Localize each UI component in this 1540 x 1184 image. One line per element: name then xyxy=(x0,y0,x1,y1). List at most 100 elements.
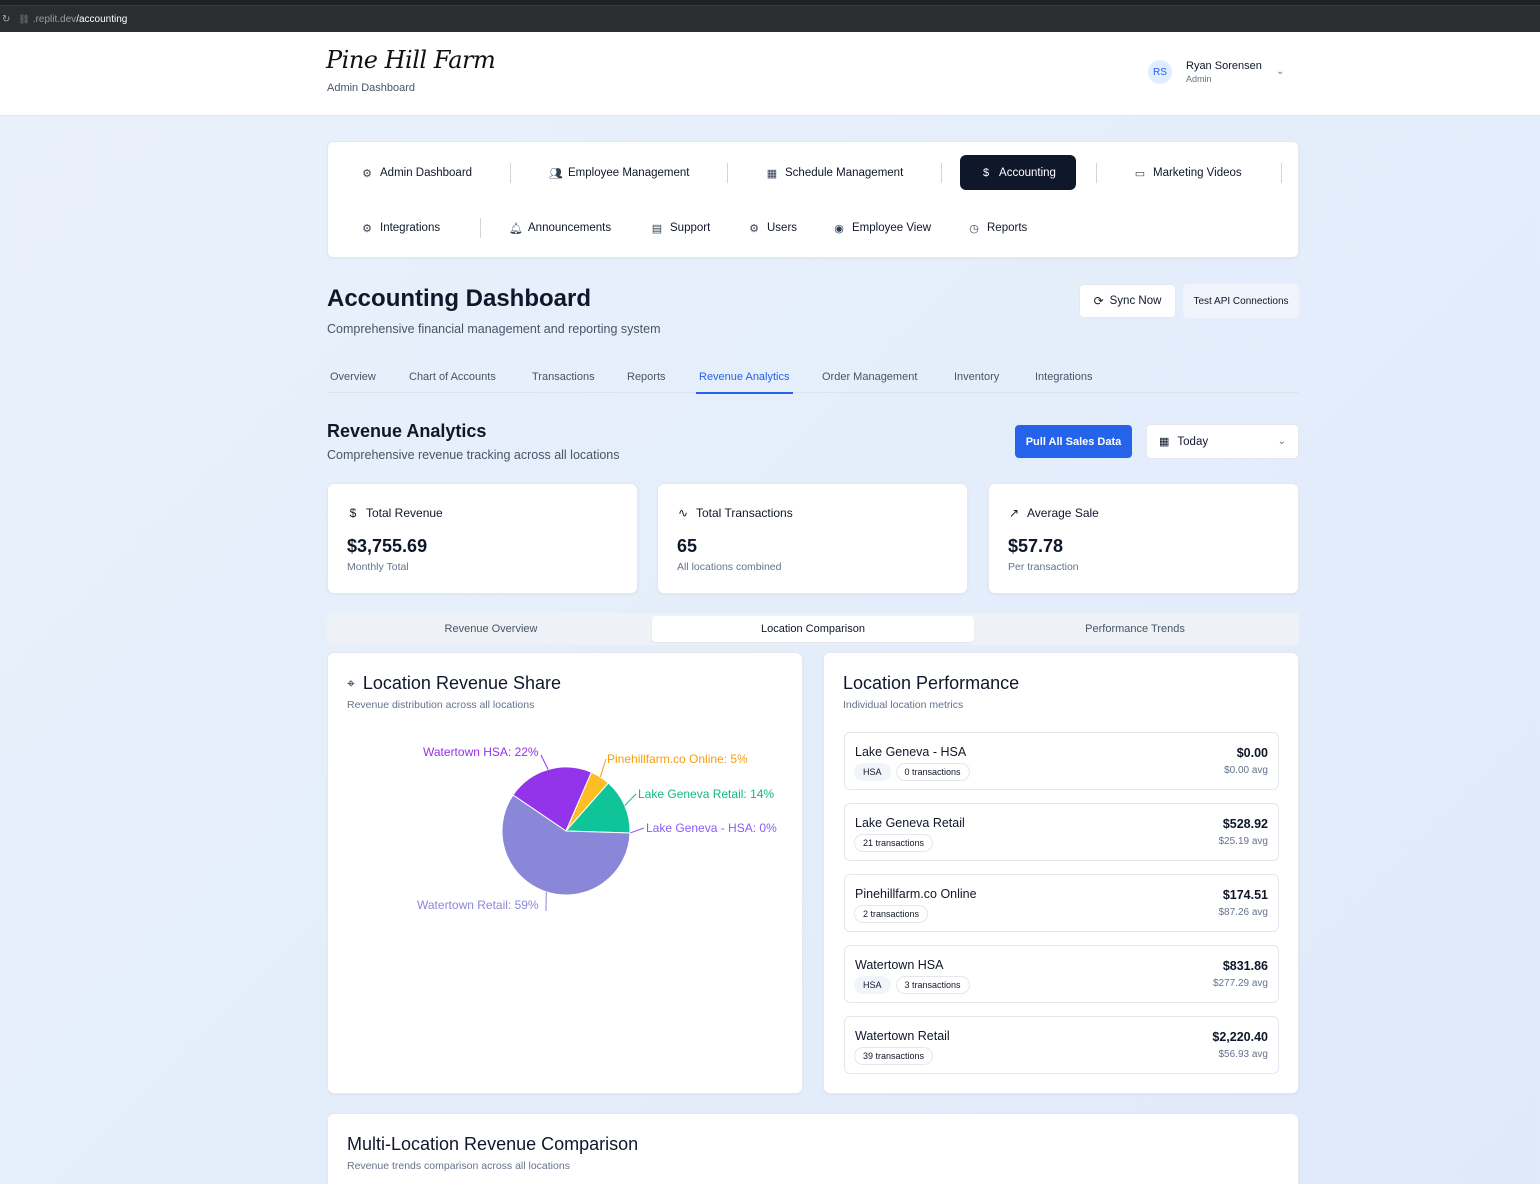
transactions-badge: 0 transactions xyxy=(895,763,970,781)
nav-label: Support xyxy=(670,222,711,234)
video-icon: ▭ xyxy=(1134,167,1146,180)
user-role: Admin xyxy=(1186,74,1212,84)
location-row: Pinehillfarm.co Online 2 transactions $174… xyxy=(844,874,1279,932)
sync-now-button[interactable]: ⟳ Sync Now xyxy=(1079,284,1176,318)
panel-title: Multi-Location Revenue Comparison xyxy=(347,1134,639,1154)
tab-overview[interactable]: Overview xyxy=(330,371,376,393)
multi-location-comparison-panel: Multi-Location Revenue Comparison Revenu… xyxy=(327,1113,1299,1184)
stat-card-total-transactions: ∿ Total Transactions 65 All locations com… xyxy=(657,483,968,594)
location-badges: 2 transactions xyxy=(854,905,933,923)
tab-chart-of-accounts[interactable]: Chart of Accounts xyxy=(409,371,496,393)
test-api-connections-button[interactable]: Test API Connections xyxy=(1183,284,1299,318)
document-icon: ▤ xyxy=(651,222,663,235)
period-select[interactable]: ▦ Today ⌄ xyxy=(1146,424,1299,459)
link-icon: ⛓ xyxy=(18,13,30,24)
chevron-down-icon[interactable]: ⌄ xyxy=(1276,66,1284,77)
hsa-badge: HSA xyxy=(854,976,891,994)
nav-label: Reports xyxy=(987,222,1028,234)
location-row: Lake Geneva Retail 21 transactions $528.92… xyxy=(844,803,1279,861)
site-header: Pine Hill Farm Admin Dashboard RS Ryan S… xyxy=(0,32,1540,116)
nav-label: Integrations xyxy=(380,222,441,234)
nav-integrations[interactable]: ⚙ Integrations xyxy=(349,211,452,245)
tab-reports[interactable]: Reports xyxy=(627,371,666,393)
tab-integrations[interactable]: Integrations xyxy=(1035,371,1092,393)
user-menu[interactable]: RS Ryan Sorensen Admin ⌄ xyxy=(1148,60,1284,84)
period-value: Today xyxy=(1177,435,1209,448)
tab-transactions[interactable]: Transactions xyxy=(532,371,595,393)
nav-divider xyxy=(1281,163,1282,183)
tab-performance-trends[interactable]: Performance Trends xyxy=(974,616,1296,642)
nav-label: Users xyxy=(767,222,798,234)
tab-revenue-analytics[interactable]: Revenue Analytics xyxy=(696,371,793,394)
tab-inventory[interactable]: Inventory xyxy=(954,371,999,393)
location-revenue-share-panel: ⌖ Location Revenue Share Revenue distribu… xyxy=(327,652,803,1094)
nav-support[interactable]: ▤ Support xyxy=(639,211,722,245)
location-name: Pinehillfarm.co Online xyxy=(855,887,977,901)
location-average: $0.00 avg xyxy=(1224,765,1268,776)
stat-value: $3,755.69 xyxy=(347,536,428,556)
header-subtitle: Admin Dashboard xyxy=(327,82,416,94)
calendar-icon: ▦ xyxy=(766,167,778,180)
activity-icon: ∿ xyxy=(677,506,689,520)
location-amount: $831.86 xyxy=(1222,959,1268,973)
stat-label: Total Transactions xyxy=(696,506,793,520)
transactions-badge: 39 transactions xyxy=(854,1047,934,1065)
nav-divider xyxy=(480,218,481,238)
stat-note: All locations combined xyxy=(677,561,782,573)
location-badges: 21 transactions xyxy=(854,834,938,852)
nav-marketing-videos[interactable]: ▭ Marketing Videos xyxy=(1122,156,1254,190)
stat-note: Per transaction xyxy=(1008,561,1079,573)
page-title: Accounting Dashboard xyxy=(327,285,592,312)
nav-divider xyxy=(510,163,511,183)
location-amount: $528.92 xyxy=(1222,817,1268,831)
location-average: $25.19 avg xyxy=(1218,836,1269,847)
calendar-icon: ▦ xyxy=(1159,436,1170,448)
location-name: Lake Geneva Retail xyxy=(855,816,965,830)
tab-location-comparison[interactable]: Location Comparison xyxy=(652,616,974,642)
view-toggle: Revenue Overview Location Comparison Per… xyxy=(327,613,1299,645)
nav-announcements[interactable]: 🔔︎ Announcements xyxy=(497,211,623,245)
nav-divider xyxy=(941,163,942,183)
location-name: Watertown Retail xyxy=(855,1029,950,1043)
location-badges: HSA 3 transactions xyxy=(854,976,975,994)
trending-up-icon: ↗ xyxy=(1008,506,1020,520)
gear-icon: ⚙ xyxy=(362,167,372,180)
pie-leader-line xyxy=(629,827,645,834)
location-badges: HSA 0 transactions xyxy=(854,763,975,781)
users-icon: 👥︎ xyxy=(549,167,563,180)
transactions-badge: 21 transactions xyxy=(854,834,934,852)
pie-chart: Watertown HSA: 22% Pinehillfarm.co Online… xyxy=(417,745,777,912)
nav-label: Employee Management xyxy=(568,167,690,179)
eye-icon: ◉ xyxy=(834,222,844,235)
pull-all-sales-data-button[interactable]: Pull All Sales Data xyxy=(1015,425,1132,458)
accounting-tabs: Overview Chart of Accounts Transactions … xyxy=(327,363,1299,394)
tab-order-management[interactable]: Order Management xyxy=(822,371,917,393)
pie-leader-line xyxy=(624,793,637,806)
logo[interactable]: Pine Hill Farm xyxy=(326,46,496,74)
pie-label: Pinehillfarm.co Online: 5% xyxy=(607,752,748,766)
avatar: RS xyxy=(1148,60,1172,84)
location-performance-panel: Location Performance Individual location… xyxy=(823,652,1299,1094)
dollar-icon: $ xyxy=(349,506,357,520)
chevron-down-icon: ⌄ xyxy=(1277,436,1286,447)
nav-admin-dashboard[interactable]: ⚙ Admin Dashboard xyxy=(349,156,484,190)
stat-label: Total Revenue xyxy=(366,506,443,520)
nav-users[interactable]: ⚙ Users xyxy=(736,211,809,245)
location-badges: 39 transactions xyxy=(854,1047,938,1065)
nav-employee-view[interactable]: ◉ Employee View xyxy=(821,211,943,245)
nav-accounting[interactable]: $ Accounting xyxy=(960,155,1076,190)
user-name: Ryan Sorensen xyxy=(1186,60,1262,72)
tab-revenue-overview[interactable]: Revenue Overview xyxy=(330,616,652,642)
transactions-badge: 3 transactions xyxy=(895,976,970,994)
location-average: $56.93 avg xyxy=(1218,1049,1269,1060)
nav-schedule-management[interactable]: ▦ Schedule Management xyxy=(754,156,915,190)
nav-employee-management[interactable]: 👥︎ Employee Management xyxy=(537,156,701,190)
url-path: /accounting xyxy=(76,13,128,25)
sync-label: Sync Now xyxy=(1109,295,1162,307)
location-amount: $2,220.40 xyxy=(1212,1030,1268,1044)
reload-icon[interactable]: ↻ xyxy=(2,14,10,25)
page-subtitle: Comprehensive financial management and r… xyxy=(327,322,661,336)
browser-address-bar[interactable]: ↻ ⛓ .replit.dev/accounting xyxy=(0,6,1540,32)
nav-reports[interactable]: ◷ Reports xyxy=(956,211,1039,245)
panel-title: Location Performance xyxy=(843,673,1020,693)
